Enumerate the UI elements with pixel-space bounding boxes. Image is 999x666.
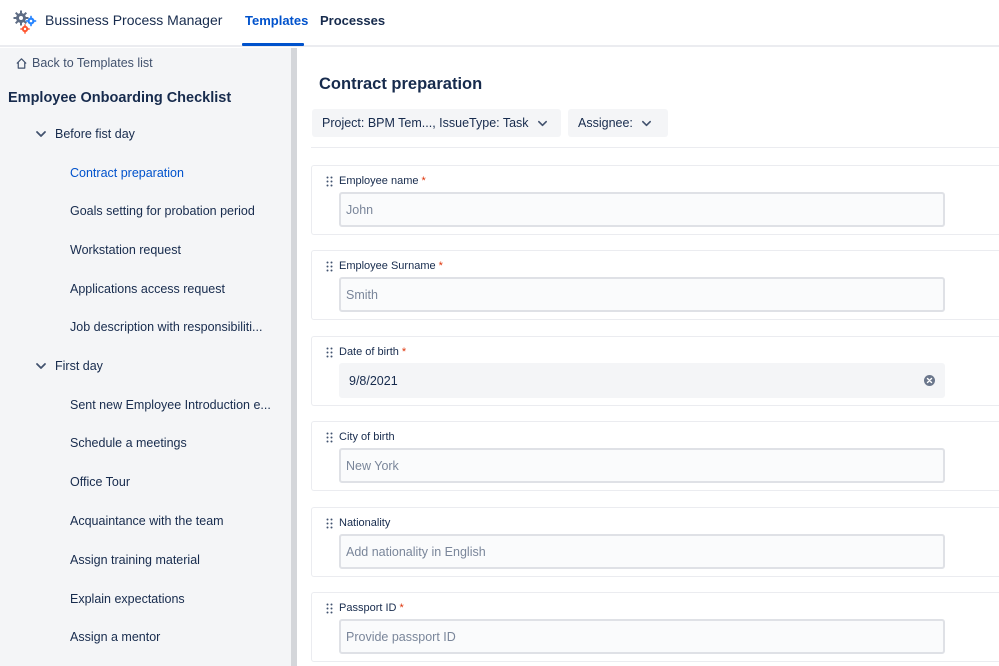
- drag-handle-icon[interactable]: [326, 261, 333, 272]
- app-title: Bussiness Process Manager: [45, 12, 223, 28]
- sidebar-item-schedule-meetings[interactable]: Schedule a meetings: [70, 436, 187, 450]
- sidebar-item-applications-access[interactable]: Applications access request: [70, 282, 225, 296]
- field-employee-name: Employee name * John: [311, 165, 999, 235]
- required-marker: *: [399, 602, 404, 614]
- assignee-filter[interactable]: Assignee:: [568, 109, 668, 137]
- clear-icon[interactable]: [924, 375, 935, 386]
- back-link-label: Back to Templates list: [32, 56, 153, 70]
- checklist-title: Employee Onboarding Checklist: [8, 90, 232, 106]
- field-passport-id: Passport ID * Provide passport ID: [311, 592, 999, 662]
- top-navigation-bar: Bussiness Process Manager Templates Proc…: [0, 0, 999, 47]
- sidebar-item-acquaintance[interactable]: Acquaintance with the team: [70, 514, 224, 528]
- project-filter-label: Project: BPM Tem..., IssueType: Task: [322, 116, 529, 130]
- gears-icon: [13, 10, 37, 34]
- drag-handle-icon[interactable]: [326, 603, 333, 614]
- field-label: Date of birth *: [339, 346, 407, 358]
- city-of-birth-input[interactable]: New York: [339, 448, 945, 483]
- group-label: First day: [55, 359, 103, 373]
- drag-handle-icon[interactable]: [326, 347, 333, 358]
- field-label: Employee name *: [339, 175, 426, 187]
- divider: [311, 147, 999, 148]
- sidebar-item-workstation-request[interactable]: Workstation request: [70, 243, 181, 257]
- sidebar-item-explain-expectations[interactable]: Explain expectations: [70, 592, 185, 606]
- required-marker: *: [401, 346, 407, 358]
- chevron-down-icon: [537, 120, 547, 126]
- field-date-of-birth: Date of birth * 9/8/2021: [311, 336, 999, 406]
- home-icon: [16, 57, 27, 69]
- passport-id-input[interactable]: Provide passport ID: [339, 619, 945, 654]
- date-of-birth-input[interactable]: 9/8/2021: [339, 363, 945, 398]
- chevron-down-icon: [641, 120, 651, 126]
- field-label: Employee Surname *: [339, 260, 443, 272]
- employee-name-input[interactable]: John: [339, 192, 945, 227]
- active-tab-indicator: [242, 43, 304, 46]
- project-issuetype-filter[interactable]: Project: BPM Tem..., IssueType: Task: [312, 109, 561, 137]
- drag-handle-icon[interactable]: [326, 518, 333, 529]
- sidebar-item-training-material[interactable]: Assign training material: [70, 553, 200, 567]
- employee-surname-input[interactable]: Smith: [339, 277, 945, 312]
- sidebar-item-contract-preparation[interactable]: Contract preparation: [70, 166, 184, 180]
- required-marker: *: [421, 175, 426, 187]
- tab-templates[interactable]: Templates: [245, 13, 308, 28]
- tab-processes[interactable]: Processes: [320, 13, 385, 28]
- required-marker: *: [438, 260, 443, 272]
- field-city-of-birth: City of birth New York: [311, 421, 999, 491]
- field-nationality: Nationality Add nationality in English: [311, 507, 999, 577]
- group-before-first-day[interactable]: Before fist day: [35, 127, 135, 141]
- field-label: Passport ID *: [339, 602, 404, 614]
- sidebar-item-job-description[interactable]: Job description with responsibiliti...: [70, 320, 262, 334]
- page-title: Contract preparation: [319, 75, 483, 93]
- group-first-day[interactable]: First day: [35, 359, 103, 373]
- sidebar-item-introduction-email[interactable]: Sent new Employee Introduction e...: [70, 398, 271, 412]
- sidebar-item-assign-mentor[interactable]: Assign a mentor: [70, 630, 160, 644]
- field-label: City of birth: [339, 431, 395, 443]
- chevron-down-icon: [36, 131, 46, 137]
- drag-handle-icon[interactable]: [326, 176, 333, 187]
- nationality-input[interactable]: Add nationality in English: [339, 534, 945, 569]
- drag-handle-icon[interactable]: [326, 432, 333, 443]
- chevron-down-icon: [36, 363, 46, 369]
- field-employee-surname: Employee Surname * Smith: [311, 250, 999, 320]
- field-label: Nationality: [339, 517, 391, 529]
- assignee-filter-label: Assignee:: [578, 116, 633, 130]
- back-to-templates-link[interactable]: Back to Templates list: [15, 56, 153, 70]
- sidebar-item-office-tour[interactable]: Office Tour: [70, 475, 130, 489]
- sidebar-item-goals-setting[interactable]: Goals setting for probation period: [70, 204, 255, 218]
- group-label: Before fist day: [55, 127, 135, 141]
- date-value: 9/8/2021: [349, 373, 398, 388]
